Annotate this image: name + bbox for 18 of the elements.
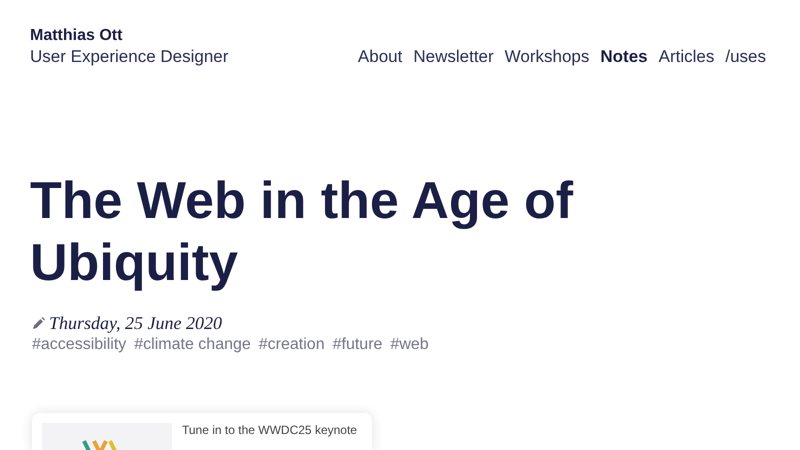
site-tagline: User Experience Designer bbox=[30, 46, 228, 68]
nav-link[interactable]: /uses bbox=[725, 46, 766, 68]
nav-link[interactable]: Notes bbox=[600, 46, 648, 68]
nav-link[interactable]: Articles bbox=[658, 46, 714, 68]
nav-link[interactable]: About bbox=[358, 46, 402, 68]
nav-link[interactable]: Workshops bbox=[504, 46, 590, 68]
pencil-icon bbox=[32, 316, 45, 330]
tag-link[interactable]: #climate change bbox=[134, 334, 251, 356]
promo-card[interactable]: Tune in to the WWDC25 keynote bbox=[32, 413, 372, 450]
tag-link[interactable]: #creation bbox=[258, 334, 325, 356]
tag-link[interactable]: #accessibility bbox=[32, 334, 126, 356]
article-date: Thursday, 25 June 2020 bbox=[49, 312, 222, 334]
promo-text: Tune in to the WWDC25 keynote bbox=[182, 423, 357, 439]
tag-link[interactable]: #web bbox=[390, 334, 429, 356]
nav-link[interactable]: Newsletter bbox=[413, 46, 494, 68]
article-title: The Web in the Age of Ubiquity bbox=[30, 171, 574, 294]
tag-link[interactable]: #future bbox=[332, 334, 382, 356]
site-name[interactable]: Matthias Ott bbox=[30, 26, 228, 46]
